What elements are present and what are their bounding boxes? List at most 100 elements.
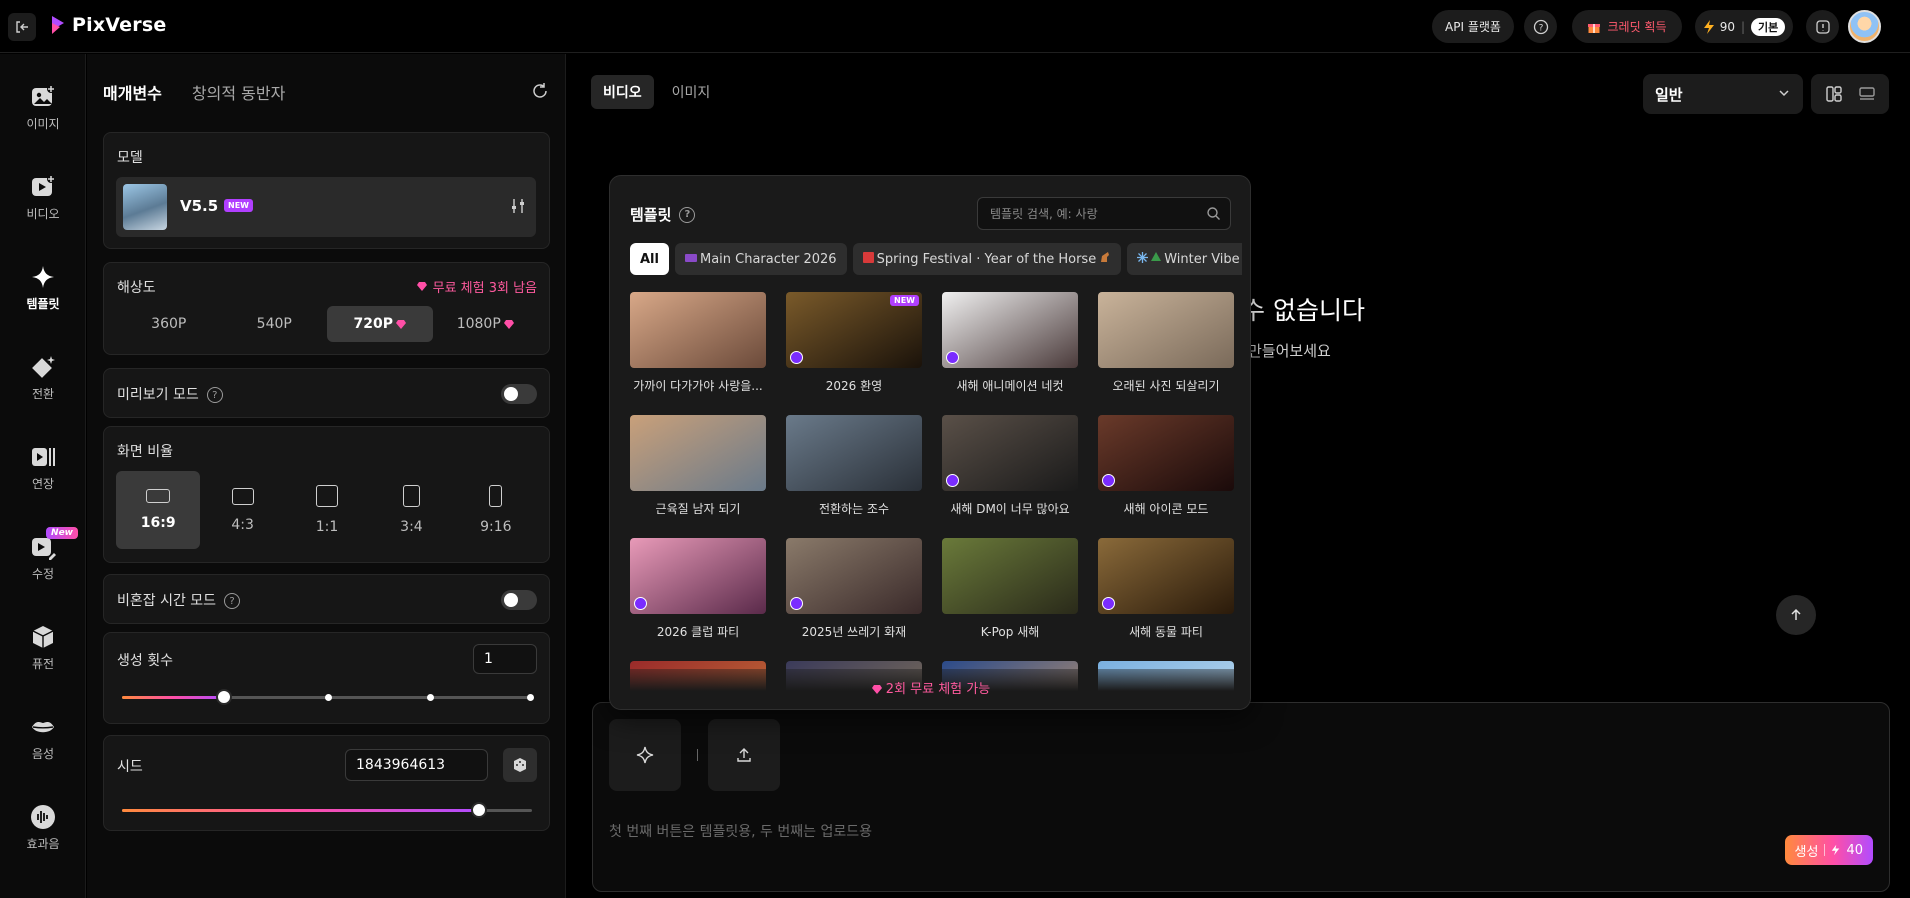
seed-label: 시드 xyxy=(117,759,143,775)
template-search-input[interactable]: 템플릿 검색, 예: 사랑 xyxy=(977,197,1231,230)
nav-item-extend[interactable]: 연장 xyxy=(0,433,86,503)
slider-knob[interactable] xyxy=(470,802,487,818)
nav-item-template[interactable]: 템플릿 xyxy=(0,253,86,323)
exit-button[interactable] xyxy=(8,13,36,41)
template-card[interactable]: 새해 DM이 너무 많아요 xyxy=(942,415,1078,517)
seed-slider[interactable] xyxy=(122,802,532,818)
tab-video[interactable]: 비디오 xyxy=(591,75,654,109)
aspect-option-16-9[interactable]: 16:9 xyxy=(116,471,201,549)
template-card[interactable]: NEW 2026 환영 xyxy=(786,292,922,394)
resolution-option-1080p[interactable]: 1080P xyxy=(433,306,539,342)
generation-count-input[interactable]: 1 xyxy=(473,644,537,674)
chip-winter-vibe[interactable]: Winter Vibe xyxy=(1127,243,1242,275)
question-icon[interactable]: ? xyxy=(224,593,241,609)
slider-step-dot xyxy=(427,694,434,701)
resolution-option-540p[interactable]: 540P xyxy=(222,306,328,342)
chip-main-character[interactable]: Main Character 2026 xyxy=(674,243,847,275)
tab-creative-companion[interactable]: 창의적 동반자 xyxy=(192,80,285,104)
nav-item-voice[interactable]: 음성 xyxy=(0,703,86,773)
template-search-placeholder: 템플릿 검색, 예: 사랑 xyxy=(990,207,1098,221)
template-card[interactable]: 새해 동물 파티 xyxy=(1098,538,1234,640)
template-caption: 새해 동물 파티 xyxy=(1129,625,1203,639)
ratio-label: 3:4 xyxy=(400,519,423,535)
list-layout-icon[interactable] xyxy=(1858,85,1876,103)
model-selector[interactable]: V5.5 NEW xyxy=(116,177,536,237)
nav-label-video: 비디오 xyxy=(26,207,60,221)
nav-item-transition[interactable]: 전환 xyxy=(0,343,86,413)
generate-label: 생성 xyxy=(1794,844,1819,860)
random-seed-button[interactable] xyxy=(503,748,537,782)
chip-spring-festival[interactable]: Spring Festival · Year of the Horse xyxy=(852,243,1122,275)
aspect-option-9-16[interactable]: 9:16 xyxy=(454,471,538,549)
template-card[interactable]: 새해 애니메이션 네컷 xyxy=(942,292,1078,394)
template-card[interactable]: 오래된 사진 되살리기 xyxy=(1098,292,1234,394)
sparkle-outline-icon xyxy=(636,746,654,764)
aspect-option-3-4[interactable]: 3:4 xyxy=(369,471,453,549)
template-caption: 새해 애니메이션 네컷 xyxy=(956,379,1064,393)
template-card[interactable]: K-Pop 새해 xyxy=(942,538,1078,640)
scroll-to-top-button[interactable] xyxy=(1776,595,1816,635)
nav-item-sound-effect[interactable]: 효과음 xyxy=(0,793,86,863)
seed-value: 1843964613 xyxy=(356,757,446,773)
gem-icon xyxy=(871,685,882,694)
sliders-icon[interactable] xyxy=(510,197,526,215)
notification-button[interactable] xyxy=(1806,10,1839,43)
off-peak-toggle[interactable] xyxy=(501,590,537,610)
upload-button[interactable] xyxy=(708,719,780,791)
grid-layout-icon[interactable] xyxy=(1825,85,1843,103)
prompt-placeholder[interactable]: 첫 번째 버튼은 템플릿용, 두 번째는 업로드용 xyxy=(609,821,872,841)
chip-label: All xyxy=(640,251,659,267)
preview-mode-toggle[interactable] xyxy=(501,384,537,404)
seed-input[interactable]: 1843964613 xyxy=(345,749,488,781)
earn-credits-button[interactable]: 크레딧 획득 xyxy=(1572,10,1682,43)
help-button[interactable]: ? xyxy=(1524,10,1557,43)
aspect-ratio-title: 화면 비율 xyxy=(117,444,173,460)
aspect-option-1-1[interactable]: 1:1 xyxy=(285,471,369,549)
template-card[interactable]: 2026 클럽 파티 xyxy=(630,538,766,640)
template-popup-title: 템플릿 ? xyxy=(630,204,696,225)
template-picker-button[interactable] xyxy=(609,719,681,791)
nav-item-image[interactable]: 이미지 xyxy=(0,73,86,143)
credit-balance[interactable]: 90 | 기본 xyxy=(1695,10,1793,43)
template-thumbnail xyxy=(630,292,766,368)
nav-item-video[interactable]: 비디오 xyxy=(0,163,86,233)
app-logo[interactable]: PixVerse xyxy=(50,14,166,36)
free-trial-footer: 2회 무료 체험 가능 xyxy=(610,678,1250,697)
user-avatar[interactable] xyxy=(1848,10,1881,43)
slider-fill xyxy=(122,696,224,699)
question-icon[interactable]: ? xyxy=(679,206,696,223)
template-card[interactable]: 근육질 남자 되기 xyxy=(630,415,766,517)
nav-item-edit[interactable]: New 수정 xyxy=(0,523,86,593)
slider-knob[interactable] xyxy=(216,689,232,705)
tab-image[interactable]: 이미지 xyxy=(660,75,723,109)
template-caption: 새해 아이콘 모드 xyxy=(1123,502,1209,516)
aspect-option-4-3[interactable]: 4:3 xyxy=(200,471,284,549)
quality-dropdown[interactable]: 일반 xyxy=(1643,74,1803,114)
nav-label-voice: 음성 xyxy=(31,747,55,761)
api-platform-label: API 플랫폼 xyxy=(1445,20,1501,34)
reset-icon[interactable] xyxy=(531,82,549,100)
question-icon[interactable]: ? xyxy=(206,387,223,403)
resolution-option-360p[interactable]: 360P xyxy=(116,306,222,342)
nav-label-image: 이미지 xyxy=(26,117,60,131)
movie-icon xyxy=(684,252,697,267)
api-platform-button[interactable]: API 플랫폼 xyxy=(1432,10,1514,43)
generation-count-slider[interactable] xyxy=(122,689,534,705)
chip-label: Main Character 2026 xyxy=(699,251,837,267)
template-creator-avatar xyxy=(946,474,959,487)
template-card[interactable]: 전환하는 조수 xyxy=(786,415,922,517)
resolution-label: 540P xyxy=(256,316,292,332)
tab-parameters[interactable]: 매개변수 xyxy=(103,80,162,104)
slider-fill xyxy=(122,809,479,812)
nav-item-fusion[interactable]: 퓨전 xyxy=(0,613,86,683)
template-card[interactable]: 2025년 쓰레기 화재 xyxy=(786,538,922,640)
empty-state-title: 수 없습니다 xyxy=(1242,296,1365,325)
chip-all[interactable]: All xyxy=(630,243,669,275)
generate-button[interactable]: 생성 40 xyxy=(1784,835,1873,865)
template-card[interactable]: 가까이 다가가야 사랑을... xyxy=(630,292,766,394)
svg-text:?: ? xyxy=(1538,23,1543,33)
template-caption: K-Pop 새해 xyxy=(980,625,1040,639)
quality-value: 일반 xyxy=(1655,85,1683,104)
template-card[interactable]: 새해 아이콘 모드 xyxy=(1098,415,1234,517)
resolution-option-720p[interactable]: 720P xyxy=(327,306,433,342)
